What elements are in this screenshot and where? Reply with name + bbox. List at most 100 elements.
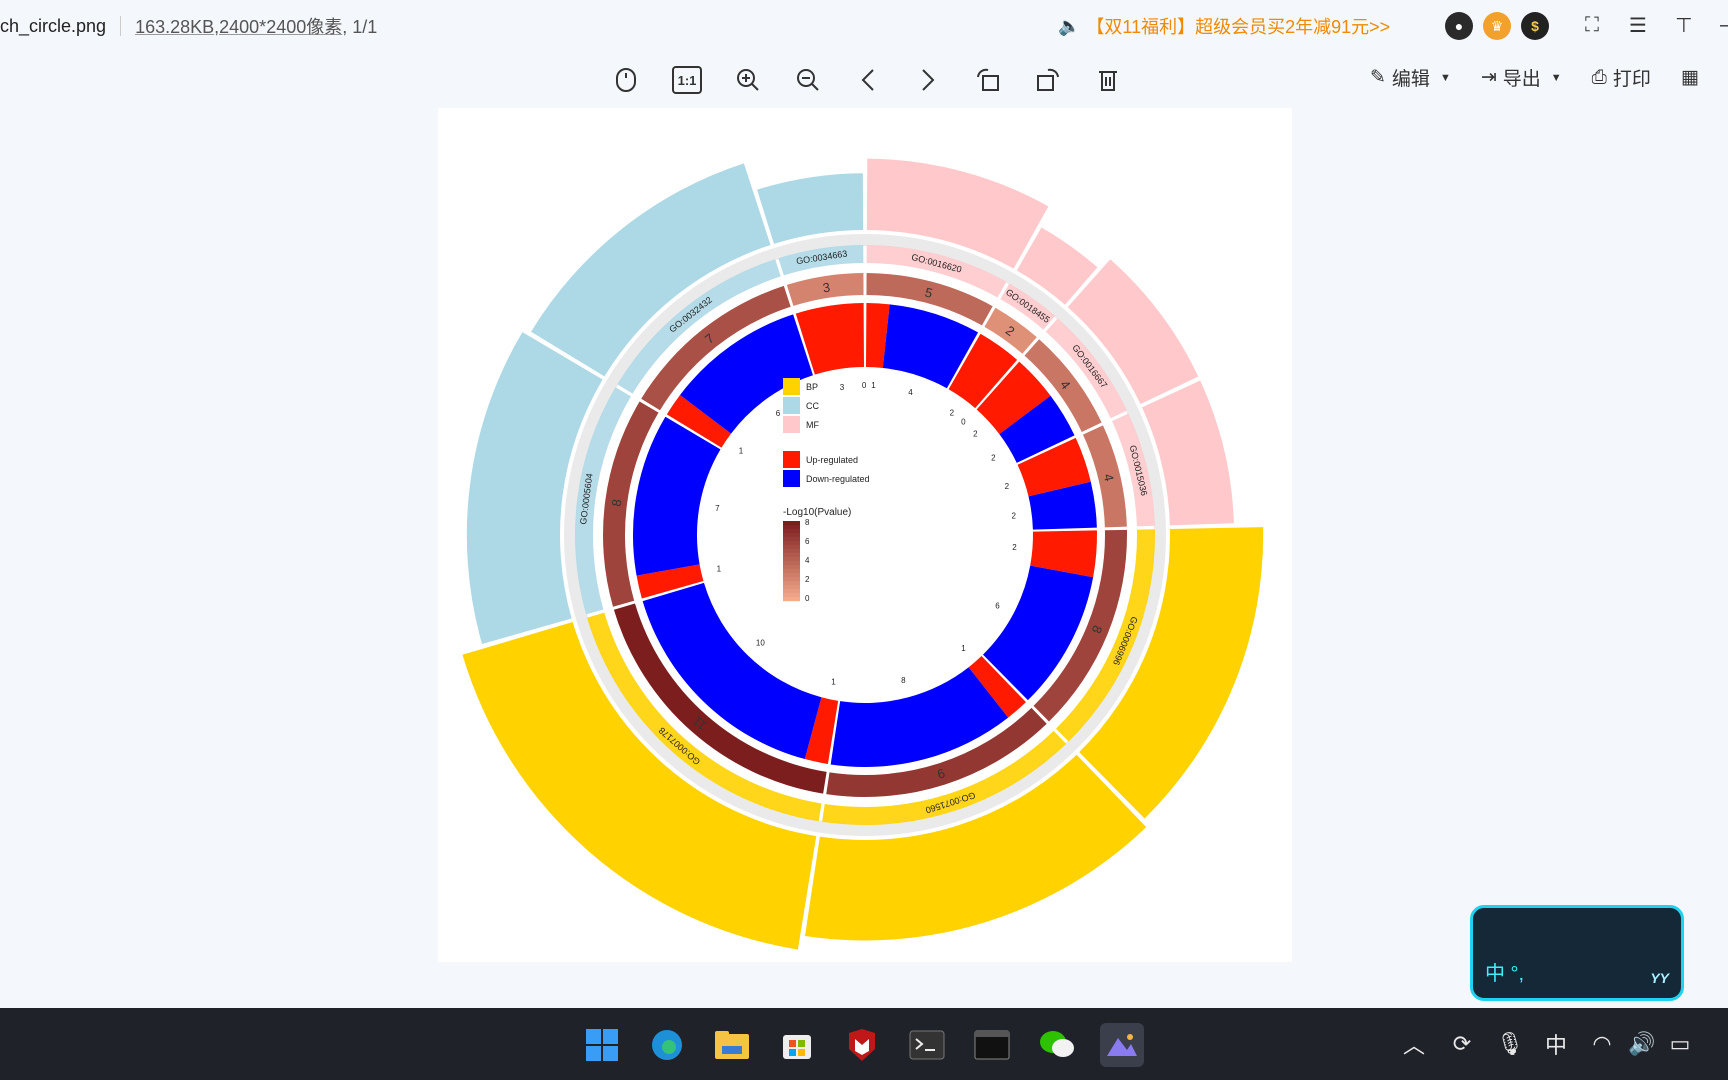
legend-gradient-title: -Log10(Pvalue) — [783, 507, 851, 518]
file-explorer-icon[interactable] — [710, 1023, 754, 1067]
gradient-step — [783, 585, 800, 590]
gradient-step — [783, 581, 800, 586]
legend-label: Down-regulated — [806, 474, 870, 484]
edit-icon: ✎ — [1370, 67, 1386, 88]
battery-icon[interactable]: ▭ — [1664, 1028, 1696, 1060]
gradient-step — [783, 597, 800, 602]
up-count-label: 2 — [1005, 482, 1010, 491]
speaker-icon: 🔈 — [1058, 15, 1081, 36]
console-icon[interactable] — [970, 1023, 1014, 1067]
wifi-icon[interactable]: ◠ — [1586, 1028, 1618, 1060]
window-controls: ⛶ ☰ ⊤ — — [1580, 12, 1728, 38]
gradient-step — [783, 525, 800, 530]
gradient-tick-label: 0 — [805, 594, 810, 603]
gradient-tick-label: 4 — [805, 556, 810, 565]
up-count-label: 2 — [1012, 543, 1017, 552]
gradient-step — [783, 553, 800, 558]
previous-icon[interactable] — [850, 62, 886, 98]
up-count-label: 1 — [739, 447, 744, 456]
gradient-tick-label: 6 — [805, 537, 810, 546]
chart-legend: BP CC MF Up-regulated Down-regulated -Log10(P… — [783, 378, 870, 603]
mascot-badge: YY — [1650, 970, 1669, 986]
gradient-step — [783, 561, 800, 566]
right-toolbar: ✎ 编辑 ▼ ⇥ 导出 ▼ ⎙ 打印 ▦ — [1370, 64, 1699, 91]
vip-badge-icon[interactable]: ♛ — [1483, 12, 1511, 40]
promo-banner[interactable]: 🔈 【双11福利】超级会员买2年减91元>> — [1058, 13, 1390, 39]
delete-icon[interactable] — [1090, 62, 1126, 98]
gradient-step — [783, 545, 800, 550]
gradient-step — [783, 521, 800, 526]
grid-view-icon[interactable]: ▦ — [1681, 64, 1699, 91]
edit-label: 编辑 — [1391, 69, 1430, 90]
volume-icon[interactable]: 🔊 — [1626, 1028, 1658, 1060]
down-count-label: 8 — [901, 676, 906, 685]
chevron-down-icon: ▼ — [1439, 71, 1451, 84]
pin-icon[interactable]: ⊤ — [1672, 12, 1696, 38]
actual-size-button[interactable]: 1:1 — [672, 66, 702, 94]
export-label: 导出 — [1502, 69, 1541, 90]
export-button[interactable]: ⇥ 导出 ▼ — [1481, 64, 1562, 91]
coin-icon[interactable]: $ — [1521, 12, 1549, 40]
print-icon: ⎙ — [1591, 66, 1607, 88]
ime-indicator[interactable]: 中 — [1540, 1028, 1572, 1060]
mcafee-icon[interactable] — [840, 1023, 884, 1067]
legend-label: Up-regulated — [806, 455, 858, 465]
print-button[interactable]: ⎙ 打印 — [1592, 64, 1651, 91]
category-bar — [1067, 259, 1199, 405]
gradient-tick-label: 8 — [805, 518, 810, 527]
edit-button[interactable]: ✎ 编辑 ▼ — [1370, 64, 1451, 91]
chevron-down-icon: ▼ — [1550, 71, 1562, 84]
fullscreen-icon[interactable]: ⛶ — [1580, 12, 1604, 38]
image-dimensions[interactable]: ,2400*2400像素 — [214, 17, 342, 37]
terminal-icon[interactable] — [905, 1023, 949, 1067]
up-count-label: 1 — [961, 644, 966, 653]
down-count-label: 6 — [995, 601, 1000, 610]
image-canvas[interactable]: 5 GO:0016620 1 4 2 GO:0018455 2 0 4 GO:0016667 2 2 4… — [438, 108, 1292, 962]
account-area: ● ♛ $ — [1445, 12, 1549, 40]
up-count-label: 2 — [950, 409, 955, 418]
store-icon[interactable] — [775, 1023, 819, 1067]
rotate-right-icon[interactable] — [1030, 62, 1066, 98]
down-count-label: 6 — [776, 409, 781, 418]
mouse-mode-icon[interactable] — [608, 62, 644, 98]
photo-viewer-icon[interactable] — [1100, 1023, 1144, 1067]
legend-swatch — [783, 470, 800, 487]
ime-mode-label: 中 °, — [1485, 963, 1525, 985]
gradient-step — [783, 529, 800, 534]
taskbar: ︿ ⟳ 🎙 中 ◠ 🔊 ▭ — [0, 1008, 1728, 1080]
zoom-in-icon[interactable] — [730, 62, 766, 98]
rotate-left-icon[interactable] — [970, 62, 1006, 98]
next-icon[interactable] — [910, 62, 946, 98]
up-count-label: 1 — [871, 381, 876, 390]
sync-icon[interactable]: ⟳ — [1446, 1028, 1478, 1060]
gradient-step — [783, 549, 800, 554]
menu-icon[interactable]: ☰ — [1626, 12, 1650, 38]
avatar[interactable]: ● — [1445, 12, 1473, 40]
chart-arcs — [462, 158, 1264, 950]
edge-browser-icon[interactable] — [645, 1023, 689, 1067]
gradient-step — [783, 533, 800, 538]
page-indicator: , 1/1 — [342, 17, 378, 37]
gradient-step — [783, 593, 800, 598]
wechat-icon[interactable] — [1035, 1023, 1079, 1067]
gradient-step — [783, 577, 800, 582]
category-bar — [757, 173, 864, 244]
start-icon[interactable] — [580, 1023, 624, 1067]
legend-label: BP — [806, 382, 818, 392]
go-circle-chart: 5GO:0016620142GO:0018455204GO:0016667224… — [462, 158, 1264, 950]
up-count-label: 1 — [717, 565, 722, 574]
file-size[interactable]: 163.28KB — [135, 17, 214, 37]
down-count-label: 0 — [862, 381, 867, 390]
up-count-label: 2 — [973, 429, 978, 438]
legend-swatch — [783, 397, 800, 414]
zoom-out-icon[interactable] — [790, 62, 826, 98]
legend-swatch — [783, 416, 800, 433]
up-count-label: 3 — [840, 383, 845, 392]
gradient-step — [783, 541, 800, 546]
ime-mascot-widget[interactable]: 中 °, YY — [1470, 905, 1684, 1001]
chevron-up-icon[interactable]: ︿ — [1398, 1028, 1430, 1060]
print-label: 打印 — [1612, 69, 1651, 90]
file-info: 163.28KB,2400*2400像素, 1/1 — [135, 13, 377, 39]
microphone-icon[interactable]: 🎙 — [1494, 1028, 1526, 1060]
minimize-icon[interactable]: — — [1718, 12, 1728, 38]
